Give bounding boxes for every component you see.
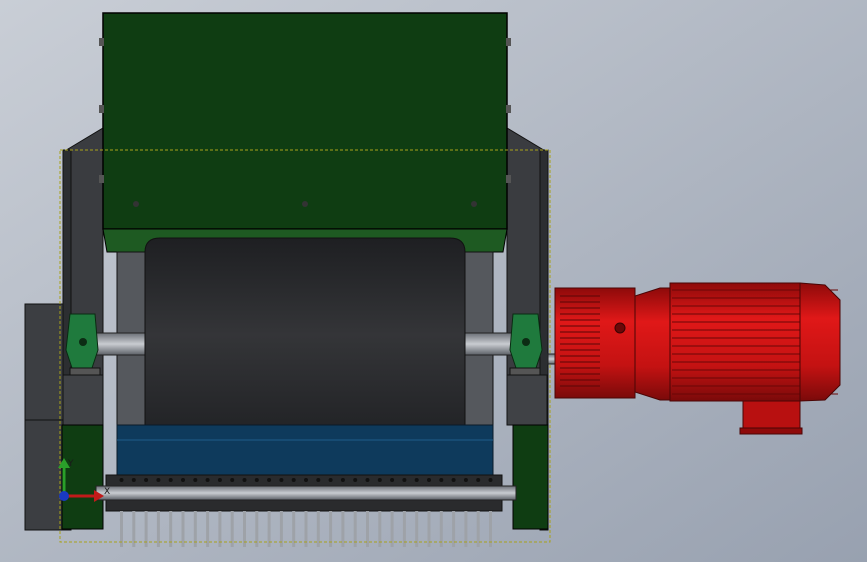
rake-roller[interactable] xyxy=(95,474,517,547)
triad-x-label: X xyxy=(104,487,110,497)
rake-bolt xyxy=(181,478,185,482)
rake-bolt xyxy=(144,478,149,482)
triad-y-label: Y xyxy=(67,459,74,469)
rake-bolt xyxy=(353,478,358,482)
rake-bolt xyxy=(488,478,493,482)
rake-bolt xyxy=(365,478,370,482)
rake-bolt xyxy=(316,478,321,482)
cad-viewport[interactable]: Y X xyxy=(0,0,867,562)
rake-bolt xyxy=(414,478,419,482)
rake-bolt xyxy=(463,478,468,482)
drum[interactable] xyxy=(144,237,466,433)
model-canvas[interactable]: Y X xyxy=(0,0,867,562)
bolt-icon xyxy=(471,201,477,207)
bolt-icon xyxy=(302,201,308,207)
rake-bolt xyxy=(390,478,395,482)
rake-bolt xyxy=(119,478,124,482)
hopper-box[interactable] xyxy=(99,12,511,253)
lower-frame-left xyxy=(62,374,104,426)
rake-bolt xyxy=(328,478,333,482)
rake-bolt xyxy=(402,478,407,482)
rake-bolt xyxy=(439,478,444,482)
rake-bolt xyxy=(205,478,210,482)
lower-frame-right xyxy=(506,374,548,426)
rake-bolt xyxy=(291,478,296,482)
left-side-plate[interactable] xyxy=(24,303,66,531)
rake-bolt xyxy=(217,478,222,482)
rake-bolt xyxy=(230,478,235,482)
side-panel-right xyxy=(512,424,549,530)
rake-bolt xyxy=(131,478,136,482)
rake-bolt xyxy=(340,478,345,482)
rake-bolt xyxy=(427,478,431,482)
side-panel-left xyxy=(61,424,104,530)
conveyor-belt[interactable] xyxy=(116,424,494,478)
rake-bolt xyxy=(451,478,456,482)
rake-bolt xyxy=(279,478,284,482)
rake-bolt xyxy=(193,478,198,482)
rake-bolt xyxy=(267,478,272,482)
rake-bolt xyxy=(304,478,308,482)
rake-bolt xyxy=(254,478,259,482)
bolt-icon xyxy=(133,201,139,207)
rake-bolt xyxy=(377,478,382,482)
rake-bolt xyxy=(476,478,481,482)
rake-bolt xyxy=(156,478,161,482)
rake-bolt xyxy=(242,478,247,482)
rake-bolt xyxy=(168,478,173,482)
